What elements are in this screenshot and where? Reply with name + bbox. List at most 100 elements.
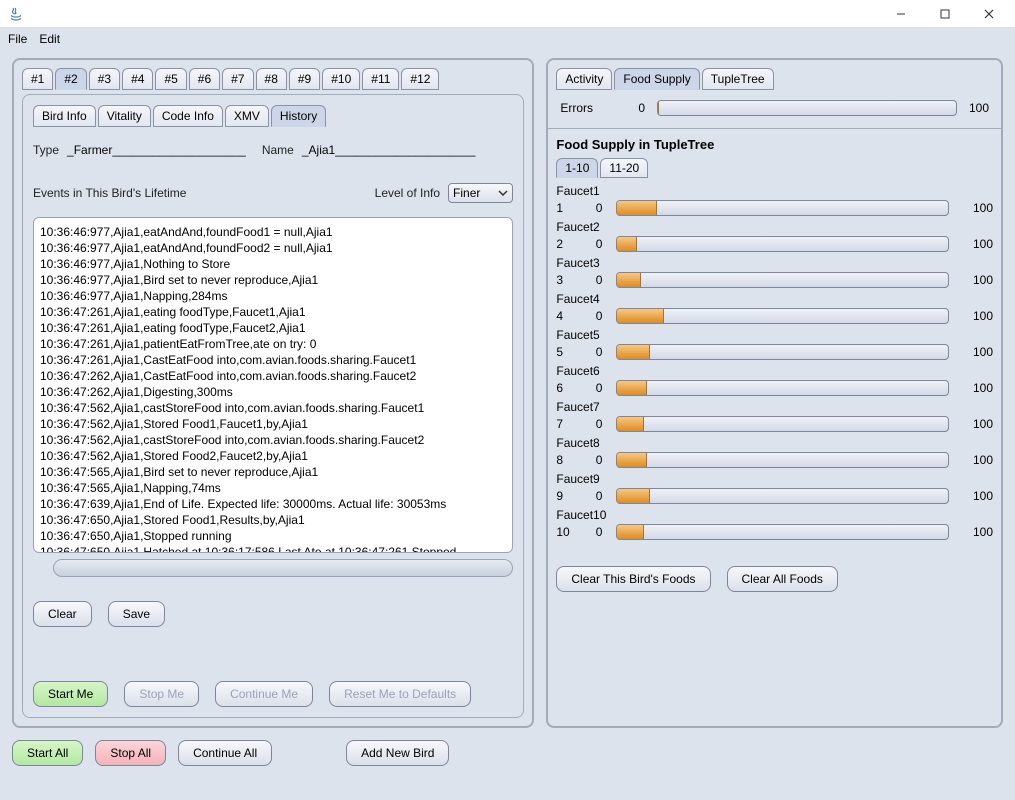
event-line: 10:36:47:650,Ajia1,Hatched at,10:36:17:5… (40, 544, 506, 553)
maximize-button[interactable] (923, 0, 967, 28)
subtab-bird-info[interactable]: Bird Info (33, 105, 96, 127)
level-label: Level of Info (375, 186, 440, 200)
type-label: Type (33, 143, 59, 157)
subtab-code-info[interactable]: Code Info (153, 105, 223, 127)
add-new-bird-button[interactable]: Add New Bird (346, 740, 449, 766)
event-line: 10:36:47:562,Ajia1,Stored Food1,Faucet1,… (40, 416, 506, 432)
start-me-button[interactable]: Start Me (33, 681, 108, 707)
start-all-button[interactable]: Start All (12, 740, 83, 766)
range-tabs: 1-1011-20 (556, 158, 993, 178)
faucet-3: Faucet330100 (556, 256, 993, 288)
errors-label: Errors (560, 101, 593, 115)
event-line: 10:36:46:977,Ajia1,Bird set to never rep… (40, 272, 506, 288)
faucet-10: Faucet10100100 (556, 508, 993, 540)
right-tabs: ActivityFood SupplyTupleTree (556, 68, 993, 90)
faucet-9: Faucet9 90 100 (556, 472, 993, 504)
bird-tab-11[interactable]: #11 (362, 68, 399, 90)
continue-all-button[interactable]: Continue All (178, 740, 272, 766)
window-titlebar (0, 0, 1015, 28)
bird-tab-9[interactable]: #9 (289, 68, 320, 90)
bird-tab-7[interactable]: #7 (222, 68, 253, 90)
bird-tab-4[interactable]: #4 (122, 68, 153, 90)
right-tab-food-supply[interactable]: Food Supply (614, 68, 699, 90)
event-line: 10:36:47:262,Ajia1,Digesting,300ms (40, 384, 506, 400)
faucet-min: 0 (588, 489, 602, 503)
faucet-bar (616, 488, 949, 504)
events-list[interactable]: 10:36:46:977,Ajia1,eatAndAnd,foundFood1 … (33, 217, 513, 553)
faucet-6: Faucet660100 (556, 364, 993, 396)
bird-tab-1[interactable]: #1 (22, 68, 53, 90)
bird-tab-12[interactable]: #12 (401, 68, 439, 90)
menu-edit[interactable]: Edit (39, 32, 60, 46)
faucet-min: 0 (588, 381, 602, 395)
name-label: Name (262, 143, 294, 157)
faucet-index: 4 (556, 309, 574, 323)
right-panel: ActivityFood SupplyTupleTree Errors 0 10… (546, 58, 1003, 728)
faucet-min: 0 (588, 309, 602, 323)
event-line: 10:36:47:261,Ajia1,eating foodType,Fauce… (40, 320, 506, 336)
faucet-index: 3 (556, 273, 574, 287)
close-button[interactable] (967, 0, 1011, 28)
bird-tab-3[interactable]: #3 (89, 68, 120, 90)
bird-tab-8[interactable]: #8 (256, 68, 287, 90)
faucet-index: 9 (556, 489, 574, 503)
faucet-min: 0 (588, 237, 602, 251)
level-select[interactable]: Finer (448, 183, 513, 203)
global-buttons: Start All Stop All Continue All Add New … (0, 736, 1015, 774)
subtab-vitality[interactable]: Vitality (98, 105, 151, 127)
subtab-history[interactable]: History (271, 105, 326, 127)
errors-min: 0 (605, 101, 645, 115)
bird-tab-2[interactable]: #2 (55, 68, 86, 90)
faucet-min: 0 (588, 345, 602, 359)
event-line: 10:36:47:261,Ajia1,CastEatFood into,com.… (40, 352, 506, 368)
faucet-max: 100 (963, 453, 993, 467)
range-tab-1-10[interactable]: 1-10 (556, 158, 598, 178)
faucet-min: 0 (588, 201, 602, 215)
faucet-bar (616, 380, 949, 396)
stop-all-button[interactable]: Stop All (95, 740, 166, 766)
separator (548, 128, 1001, 129)
faucet-bar (616, 308, 949, 324)
right-tab-tupletree[interactable]: TupleTree (702, 68, 774, 90)
stop-me-button[interactable]: Stop Me (124, 681, 199, 707)
faucet-4: Faucet440100 (556, 292, 993, 324)
faucet-name: Faucet4 (556, 292, 993, 306)
chevron-down-icon (498, 190, 508, 196)
event-line: 10:36:46:977,Ajia1,eatAndAnd,foundFood1 … (40, 224, 506, 240)
clear-button[interactable]: Clear (33, 601, 92, 627)
faucet-1: Faucet110100 (556, 184, 993, 216)
bird-detail-panel: Bird InfoVitalityCode InfoXMVHistory Typ… (22, 94, 524, 718)
menubar: File Edit (0, 28, 1015, 50)
faucet-name: Faucet2 (556, 220, 993, 234)
faucet-8: Faucet880100 (556, 436, 993, 468)
clear-this-foods-button[interactable]: Clear This Bird's Foods (556, 566, 710, 592)
faucet-5: Faucet550100 (556, 328, 993, 360)
errors-bar (657, 100, 957, 116)
clear-all-foods-button[interactable]: Clear All Foods (727, 566, 838, 592)
faucet-index: 2 (556, 237, 574, 251)
bird-tab-10[interactable]: #10 (322, 68, 360, 90)
faucet-index: 8 (556, 453, 574, 467)
continue-me-button[interactable]: Continue Me (215, 681, 313, 707)
faucet-index: 10 (556, 525, 574, 539)
horizontal-scrollbar[interactable] (53, 559, 513, 577)
right-tab-activity[interactable]: Activity (556, 68, 612, 90)
faucet-name: Faucet9 (556, 472, 993, 486)
bird-tab-5[interactable]: #5 (155, 68, 186, 90)
menu-file[interactable]: File (8, 32, 27, 46)
event-line: 10:36:47:650,Ajia1,Stopped running (40, 528, 506, 544)
event-line: 10:36:47:650,Ajia1,Stored Food1,Results,… (40, 512, 506, 528)
reset-me-button[interactable]: Reset Me to Defaults (329, 681, 471, 707)
range-tab-11-20[interactable]: 11-20 (600, 158, 648, 178)
save-button[interactable]: Save (108, 601, 165, 627)
faucet-max: 100 (963, 489, 993, 503)
faucets-container: Faucet110100Faucet220100Faucet330100Fauc… (556, 184, 993, 540)
faucet-min: 0 (588, 417, 602, 431)
faucet-bar (616, 524, 949, 540)
faucet-name: Faucet5 (556, 328, 993, 342)
faucet-max: 100 (963, 417, 993, 431)
bird-tab-6[interactable]: #6 (189, 68, 220, 90)
subtab-xmv[interactable]: XMV (225, 105, 269, 127)
name-value: _Ajia1_____________________ (302, 143, 476, 157)
minimize-button[interactable] (879, 0, 923, 28)
